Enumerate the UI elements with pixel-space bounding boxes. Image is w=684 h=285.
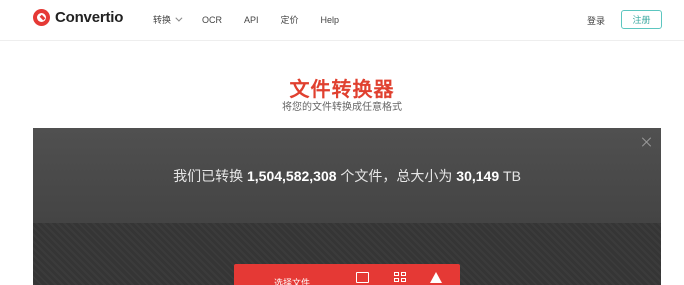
convertio-logo-icon: [33, 9, 50, 26]
logo[interactable]: Convertio: [33, 9, 123, 26]
stats-middle: 个文件，总大小为: [340, 168, 453, 184]
stats-prefix: 我们已转换: [173, 168, 244, 184]
nav-item-label: Help: [320, 14, 340, 25]
main-nav: 转换 OCR API 定价 Help: [153, 13, 361, 26]
nav-item-label: API: [244, 14, 259, 25]
nav-item-help[interactable]: Help: [321, 15, 340, 25]
nav-item-api[interactable]: API: [244, 15, 259, 25]
nav-item-pricing[interactable]: 定价: [281, 13, 299, 26]
nav-item-label: 转换: [153, 15, 172, 25]
logo-text: Convertio: [55, 9, 124, 26]
google-drive-icon[interactable]: [430, 272, 442, 283]
nav-item-label: OCR: [202, 14, 223, 25]
nav-item-label: 定价: [280, 15, 299, 25]
top-navbar: Convertio 转换 OCR API 定价 Help 登录 注册: [0, 0, 684, 41]
choose-files-label: 选择文件: [274, 278, 311, 285]
login-link[interactable]: 登录: [587, 14, 605, 27]
chevron-down-icon: [175, 14, 183, 22]
close-icon[interactable]: [641, 136, 653, 148]
choose-files-button[interactable]: 选择文件: [234, 264, 460, 285]
nav-item-ocr[interactable]: OCR: [202, 15, 222, 25]
files-count: 1,504,582,308: [246, 168, 337, 184]
nav-item-convert[interactable]: 转换: [153, 13, 183, 26]
dropbox-icon[interactable]: [394, 272, 407, 283]
conversion-panel: 我们已转换 1,504,582,308 个文件，总大小为 30,149 TB 选…: [33, 128, 661, 285]
size-unit: TB: [503, 168, 521, 184]
conversion-stats: 我们已转换 1,504,582,308 个文件，总大小为 30,149 TB: [33, 166, 661, 186]
folder-icon[interactable]: [356, 272, 369, 283]
page-subtitle: 将您的文件转换成任意格式: [282, 102, 402, 113]
register-button[interactable]: 注册: [621, 10, 662, 29]
total-size: 30,149: [456, 168, 500, 184]
